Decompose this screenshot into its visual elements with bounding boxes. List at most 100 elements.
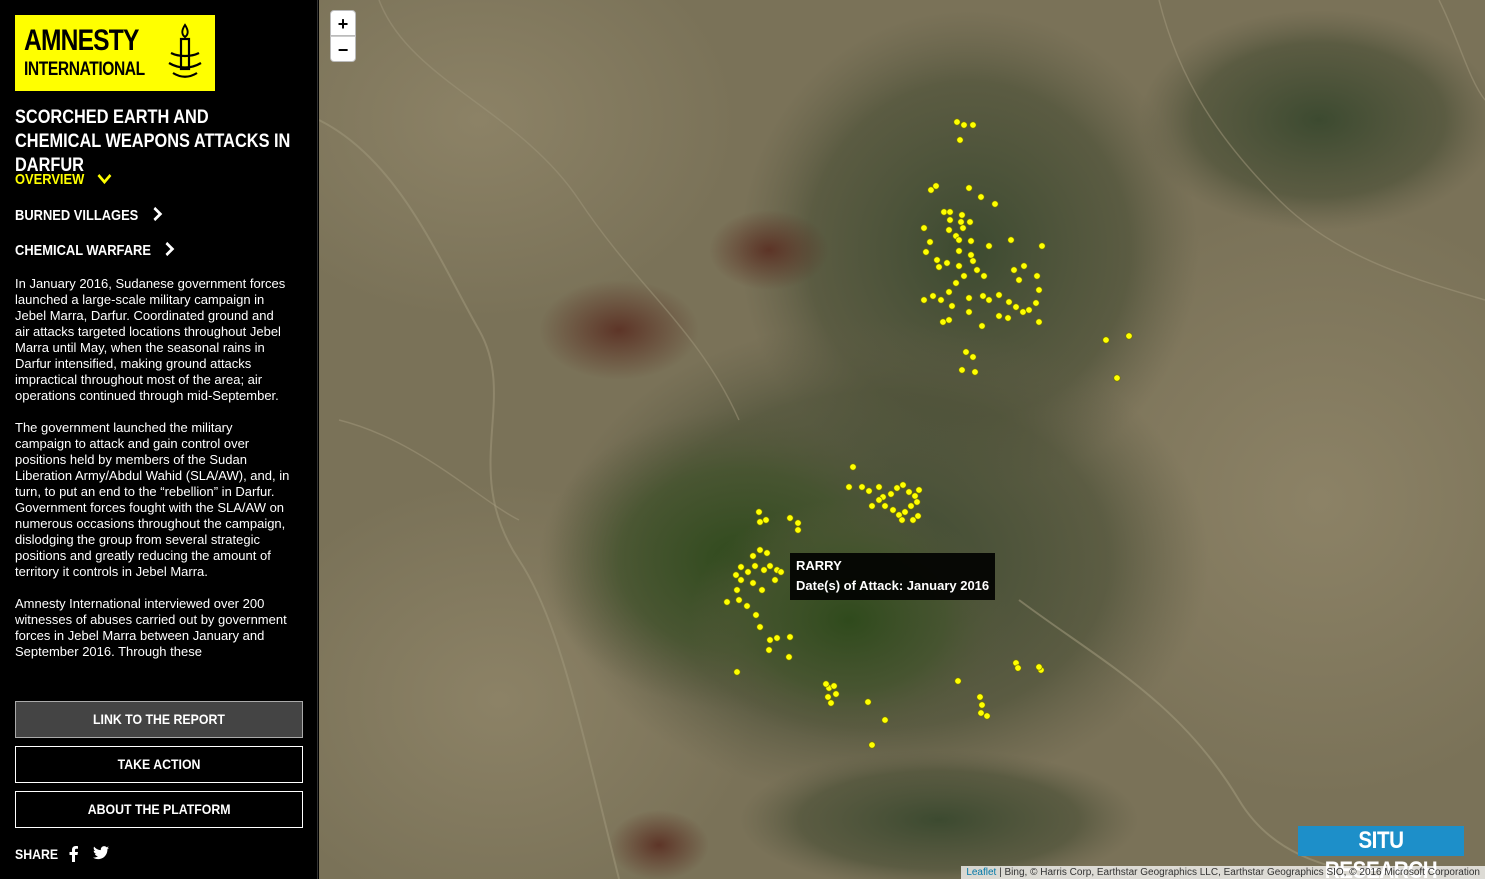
satellite-map[interactable]: + − RARRY Date(s) of Attack: January 201…: [319, 0, 1485, 879]
village-marker[interactable]: [1012, 303, 1020, 311]
village-marker[interactable]: [922, 248, 930, 256]
village-marker[interactable]: [920, 224, 928, 232]
village-marker[interactable]: [1125, 332, 1133, 340]
village-marker[interactable]: [901, 508, 909, 516]
village-marker[interactable]: [1032, 299, 1040, 307]
village-marker[interactable]: [749, 579, 757, 587]
village-marker[interactable]: [995, 312, 1003, 320]
village-marker[interactable]: [1010, 266, 1018, 274]
village-marker[interactable]: [1015, 276, 1023, 284]
village-marker[interactable]: [889, 506, 897, 514]
village-marker[interactable]: [868, 741, 876, 749]
village-marker[interactable]: [926, 238, 934, 246]
village-marker[interactable]: [881, 716, 889, 724]
village-marker[interactable]: [978, 322, 986, 330]
village-marker[interactable]: [1033, 272, 1041, 280]
village-marker[interactable]: [954, 677, 962, 685]
village-marker[interactable]: [755, 508, 763, 516]
village-marker[interactable]: [1102, 336, 1110, 344]
village-marker[interactable]: [1004, 314, 1012, 322]
village-marker[interactable]: [946, 216, 954, 224]
village-marker[interactable]: [756, 546, 764, 554]
village-marker[interactable]: [983, 712, 991, 720]
village-marker[interactable]: [830, 682, 838, 690]
village-marker[interactable]: [832, 690, 840, 698]
village-marker[interactable]: [985, 296, 993, 304]
village-marker[interactable]: [971, 368, 979, 376]
village-marker[interactable]: [1014, 664, 1022, 672]
village-marker[interactable]: [766, 562, 774, 570]
village-marker[interactable]: [794, 519, 802, 527]
village-marker[interactable]: [962, 348, 970, 356]
village-marker[interactable]: [875, 496, 883, 504]
village-marker[interactable]: [735, 596, 743, 604]
village-marker[interactable]: [743, 602, 751, 610]
village-marker[interactable]: [969, 121, 977, 129]
village-marker[interactable]: [1035, 318, 1043, 326]
village-marker[interactable]: [911, 492, 919, 500]
village-marker[interactable]: [737, 563, 745, 571]
village-marker[interactable]: [765, 646, 773, 654]
village-marker[interactable]: [932, 182, 940, 190]
village-marker[interactable]: [979, 292, 987, 300]
village-marker[interactable]: [1020, 262, 1028, 270]
village-marker[interactable]: [965, 184, 973, 192]
village-marker[interactable]: [737, 576, 745, 584]
village-marker[interactable]: [985, 242, 993, 250]
village-marker[interactable]: [960, 272, 968, 280]
village-marker[interactable]: [913, 498, 921, 506]
village-marker[interactable]: [915, 486, 923, 494]
link-to-report-button[interactable]: LINK TO THE REPORT: [15, 701, 303, 738]
village-marker[interactable]: [1113, 374, 1121, 382]
village-marker[interactable]: [864, 698, 872, 706]
village-marker[interactable]: [749, 552, 757, 560]
village-marker[interactable]: [760, 566, 768, 574]
nav-burned-villages[interactable]: BURNED VILLAGES: [15, 206, 163, 227]
village-marker[interactable]: [977, 709, 985, 717]
village-marker[interactable]: [773, 634, 781, 642]
take-action-button[interactable]: TAKE ACTION: [15, 746, 303, 783]
village-marker[interactable]: [763, 549, 771, 557]
village-marker[interactable]: [1035, 663, 1043, 671]
village-marker[interactable]: [945, 288, 953, 296]
village-marker[interactable]: [980, 272, 988, 280]
village-marker[interactable]: [733, 668, 741, 676]
village-marker[interactable]: [794, 526, 802, 534]
village-marker[interactable]: [762, 516, 770, 524]
facebook-icon[interactable]: [67, 846, 79, 867]
village-marker[interactable]: [907, 502, 915, 510]
village-marker[interactable]: [955, 247, 963, 255]
village-marker[interactable]: [1035, 286, 1043, 294]
village-marker[interactable]: [969, 257, 977, 265]
village-marker[interactable]: [995, 291, 1003, 299]
village-marker[interactable]: [914, 512, 922, 520]
village-marker[interactable]: [966, 218, 974, 226]
village-marker[interactable]: [937, 296, 945, 304]
amnesty-logo[interactable]: AMNESTY INTERNATIONAL: [15, 15, 215, 91]
village-marker[interactable]: [845, 483, 853, 491]
village-marker[interactable]: [756, 518, 764, 526]
zoom-out-button[interactable]: −: [330, 36, 356, 62]
village-marker[interactable]: [967, 237, 975, 245]
village-marker[interactable]: [943, 259, 951, 267]
village-marker[interactable]: [977, 193, 985, 201]
nav-chemical-warfare[interactable]: CHEMICAL WARFARE: [15, 241, 175, 262]
village-marker[interactable]: [1007, 236, 1015, 244]
village-marker[interactable]: [786, 514, 794, 522]
village-marker[interactable]: [785, 653, 793, 661]
village-marker[interactable]: [952, 279, 960, 287]
village-marker[interactable]: [946, 208, 954, 216]
village-marker[interactable]: [733, 586, 741, 594]
village-marker[interactable]: [881, 502, 889, 510]
village-marker[interactable]: [1038, 242, 1046, 250]
village-marker[interactable]: [956, 136, 964, 144]
village-marker[interactable]: [955, 236, 963, 244]
village-marker[interactable]: [858, 483, 866, 491]
village-marker[interactable]: [756, 623, 764, 631]
village-marker[interactable]: [960, 121, 968, 129]
village-marker[interactable]: [752, 611, 760, 619]
village-marker[interactable]: [865, 487, 873, 495]
village-marker[interactable]: [875, 483, 883, 491]
village-marker[interactable]: [751, 562, 759, 570]
leaflet-link[interactable]: Leaflet: [966, 867, 996, 878]
